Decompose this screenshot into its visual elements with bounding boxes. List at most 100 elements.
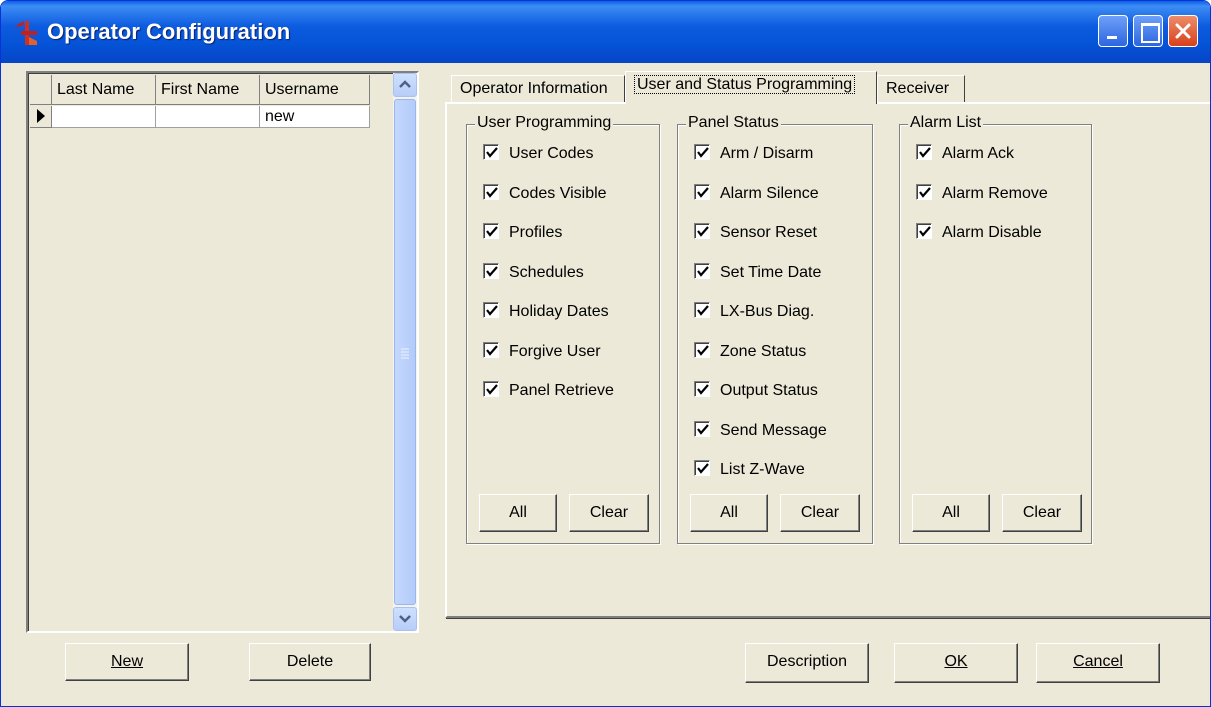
- checkmark-icon: [697, 305, 709, 316]
- description-button-label: Description: [766, 653, 848, 670]
- checkmark-icon: [697, 384, 709, 395]
- checkbox-lx-bus-diag[interactable]: LX-Bus Diag.: [694, 302, 814, 326]
- tab-user-and-status-programming[interactable]: User and Status Programming: [625, 71, 877, 104]
- tab-operator-information[interactable]: Operator Information: [451, 75, 625, 103]
- checkmark-icon: [697, 226, 709, 237]
- checkbox-set-time-date[interactable]: Set Time Date: [694, 262, 821, 287]
- new-button[interactable]: New: [65, 643, 189, 681]
- ok-button[interactable]: OK: [894, 643, 1018, 683]
- operator-grid[interactable]: Last Name First Name Username new: [26, 71, 419, 633]
- scroll-up-button[interactable]: [393, 73, 417, 97]
- new-button-label: New: [110, 653, 143, 670]
- checkbox-label: List Z-Wave: [720, 461, 805, 478]
- cell-first-name[interactable]: [156, 106, 260, 128]
- checkbox-square[interactable]: [483, 144, 499, 160]
- checkbox-square[interactable]: [483, 381, 499, 397]
- checkbox-arm-disarm[interactable]: Arm / Disarm: [694, 144, 813, 168]
- checkbox-square[interactable]: [694, 381, 710, 397]
- checkbox-alarm-ack[interactable]: Alarm Ack: [916, 144, 1014, 168]
- checkmark-icon: [919, 226, 931, 237]
- checkbox-profiles[interactable]: Profiles: [483, 223, 562, 247]
- checkbox-label: Holiday Dates: [509, 303, 609, 320]
- column-header-username[interactable]: Username: [260, 75, 370, 105]
- checkbox-zone-status[interactable]: Zone Status: [694, 341, 806, 366]
- alarm-list-all-button[interactable]: All: [912, 494, 990, 532]
- delete-button[interactable]: Delete: [249, 643, 371, 681]
- checkmark-icon: [486, 147, 498, 158]
- vertical-scrollbar[interactable]: [393, 73, 417, 631]
- alarm-list-clear-button[interactable]: Clear: [1002, 494, 1082, 532]
- checkbox-square[interactable]: [483, 223, 499, 239]
- user-programming-all-button[interactable]: All: [479, 494, 557, 532]
- column-header-first-name[interactable]: First Name: [156, 75, 260, 105]
- panel-status-group: Panel Status Arm / Disarm Alarm Silence Se…: [677, 114, 873, 544]
- checkbox-square[interactable]: [483, 183, 499, 200]
- checkbox-label: Alarm Ack: [942, 145, 1015, 162]
- checkbox-label: Alarm Disable: [942, 224, 1042, 241]
- checkbox-sensor-reset[interactable]: Sensor Reset: [694, 223, 817, 247]
- cancel-button[interactable]: Cancel: [1036, 643, 1160, 683]
- tab-label: Receiver: [886, 80, 950, 97]
- panel-status-clear-button[interactable]: Clear: [780, 494, 860, 532]
- checkbox-square[interactable]: [916, 144, 932, 160]
- checkbox-square[interactable]: [694, 302, 710, 318]
- checkbox-label: LX-Bus Diag.: [720, 303, 815, 320]
- checkbox-codes-visible[interactable]: Codes Visible: [483, 183, 607, 208]
- checkbox-label: Send Message: [720, 421, 827, 439]
- checkbox-square[interactable]: [694, 341, 710, 358]
- description-button[interactable]: Description: [745, 643, 869, 683]
- checkbox-label: Schedules: [509, 263, 584, 281]
- checkmark-icon: [697, 265, 709, 277]
- checkmark-icon: [486, 305, 498, 316]
- checkmark-icon: [486, 344, 498, 356]
- checkbox-square[interactable]: [694, 262, 710, 279]
- cell-username[interactable]: new: [260, 106, 370, 128]
- checkbox-alarm-remove[interactable]: Alarm Remove: [916, 183, 1048, 208]
- checkbox-label: Codes Visible: [509, 184, 607, 202]
- checkbox-list-z-wave[interactable]: List Z-Wave: [694, 460, 805, 484]
- checkbox-panel-retrieve[interactable]: Panel Retrieve: [483, 381, 614, 405]
- checkbox-schedules[interactable]: Schedules: [483, 262, 584, 287]
- title-bar[interactable]: Operator Configuration: [1, 1, 1210, 63]
- checkbox-alarm-disable[interactable]: Alarm Disable: [916, 223, 1042, 247]
- checkbox-square[interactable]: [694, 223, 710, 239]
- group-title: Alarm List: [908, 114, 984, 132]
- checkbox-square[interactable]: [916, 183, 932, 200]
- checkbox-square[interactable]: [483, 262, 499, 279]
- checkbox-send-message[interactable]: Send Message: [694, 420, 827, 445]
- checkbox-square[interactable]: [694, 183, 710, 200]
- scroll-down-button[interactable]: [393, 607, 417, 631]
- checkbox-square[interactable]: [483, 341, 499, 358]
- checkbox-forgive-user[interactable]: Forgive User: [483, 341, 601, 366]
- checkbox-square[interactable]: [483, 302, 499, 318]
- checkbox-label: Output Status: [720, 382, 818, 399]
- checkbox-label: Forgive User: [509, 342, 601, 360]
- chevron-up-icon: [399, 80, 411, 88]
- checkbox-square[interactable]: [694, 460, 710, 476]
- checkbox-square[interactable]: [916, 223, 932, 239]
- checkbox-label: Panel Retrieve: [509, 382, 614, 399]
- checkbox-alarm-silence[interactable]: Alarm Silence: [694, 183, 819, 208]
- scroll-thumb[interactable]: [394, 99, 416, 605]
- checkbox-label: Alarm Remove: [942, 184, 1048, 202]
- checkbox-square[interactable]: [694, 144, 710, 160]
- close-button[interactable]: [1168, 15, 1198, 47]
- tab-receiver[interactable]: Receiver: [877, 75, 965, 103]
- user-programming-clear-button[interactable]: Clear: [569, 494, 649, 532]
- column-header-last-name[interactable]: Last Name: [52, 75, 156, 105]
- cell-last-name[interactable]: [52, 106, 156, 128]
- checkbox-square[interactable]: [694, 420, 710, 437]
- row-indicator[interactable]: [30, 106, 52, 128]
- checkbox-user-codes[interactable]: User Codes: [483, 144, 593, 168]
- current-row-arrow-icon: [37, 109, 45, 123]
- checkbox-output-status[interactable]: Output Status: [694, 381, 818, 405]
- panel-status-all-button[interactable]: All: [690, 494, 768, 532]
- maximize-button[interactable]: [1133, 15, 1163, 47]
- operator-configuration-window: Operator Configuration Last Name First N…: [0, 0, 1211, 707]
- cancel-button-label: Cancel: [1073, 653, 1123, 670]
- minimize-button[interactable]: [1098, 15, 1128, 47]
- checkmark-icon: [697, 463, 709, 474]
- checkbox-label: Arm / Disarm: [720, 145, 814, 162]
- checkbox-holiday-dates[interactable]: Holiday Dates: [483, 302, 609, 326]
- window-title: Operator Configuration: [47, 19, 291, 44]
